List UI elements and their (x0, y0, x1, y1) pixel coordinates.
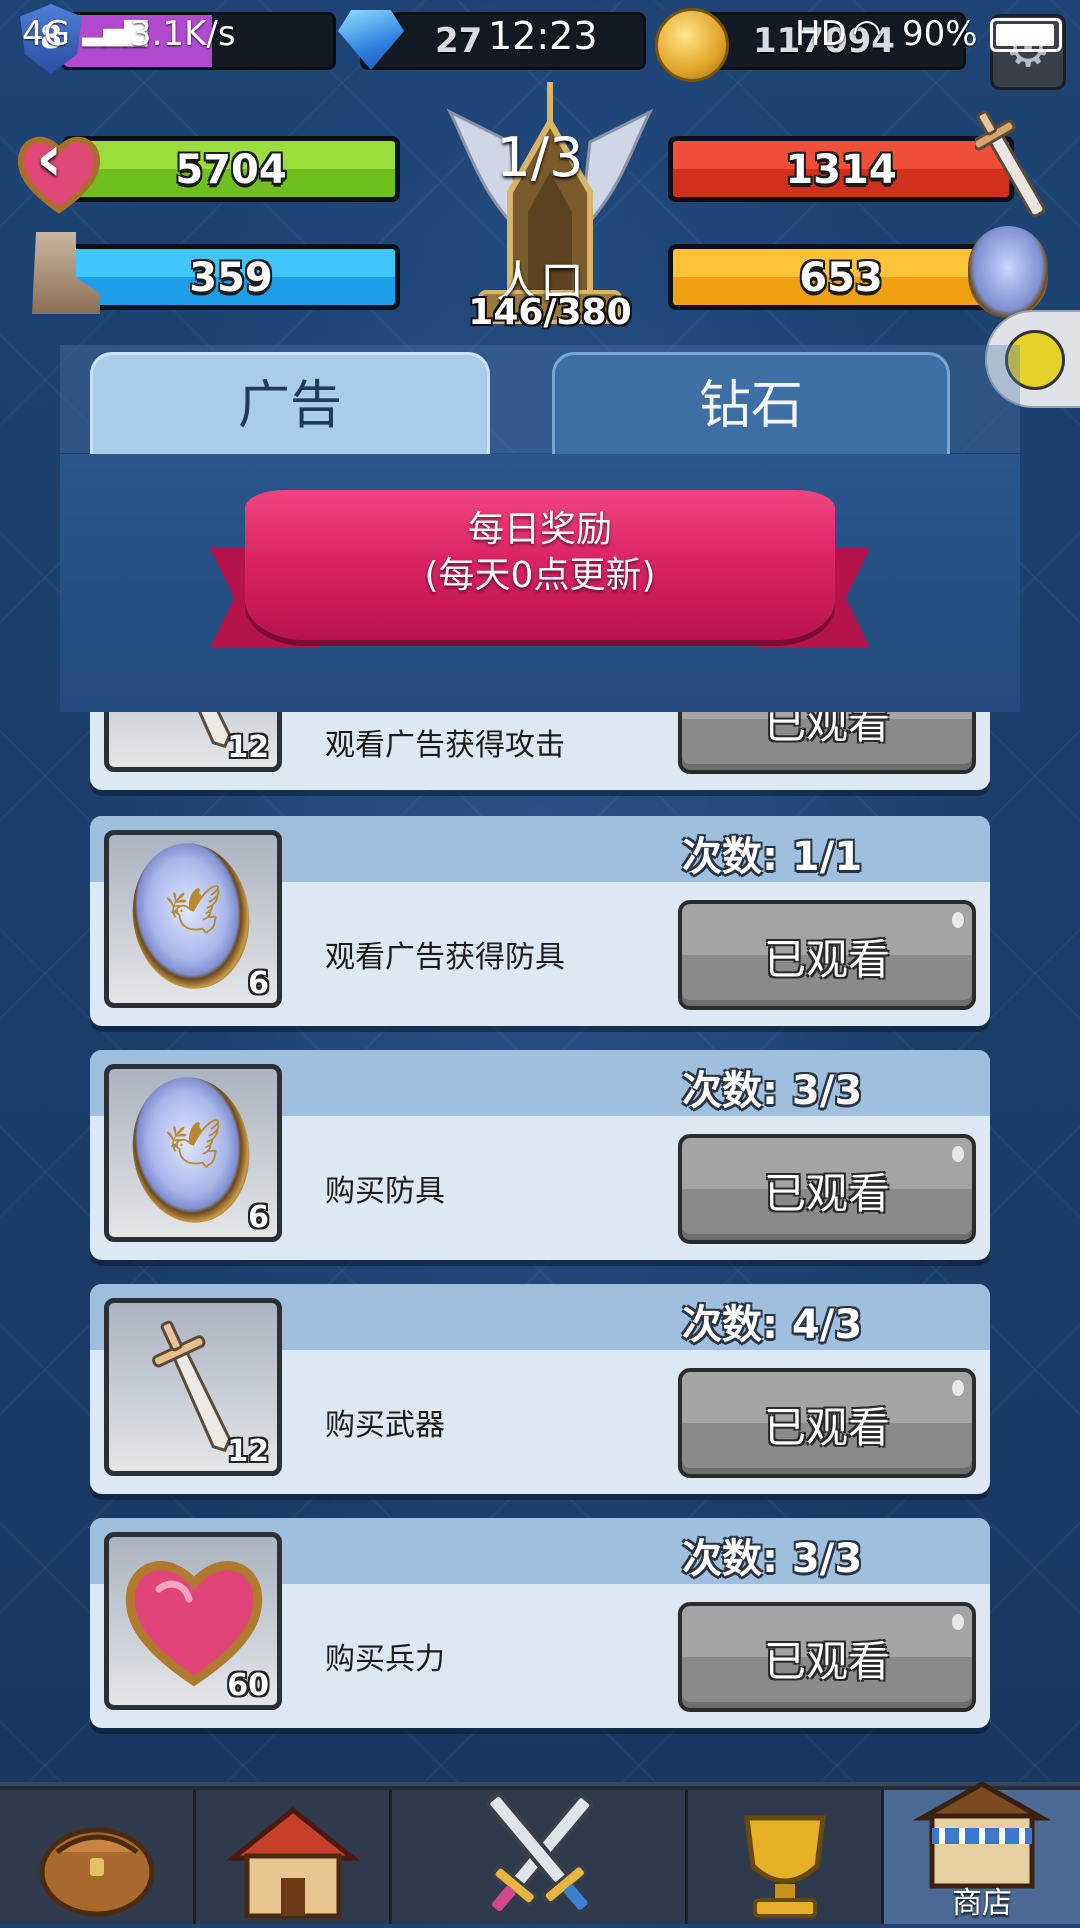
bottom-navigation: 商店 (0, 1781, 1080, 1924)
page-indicator: 1/3 (496, 126, 584, 189)
crossed-swords-icon (485, 1792, 593, 1912)
task-description: 购买兵力 (325, 1642, 445, 1677)
back-button[interactable]: ‹ (36, 122, 62, 196)
reward-quantity: 12 (227, 730, 269, 765)
task-count: 次数: 1/1 (682, 834, 863, 880)
battery-level: 90% (902, 14, 978, 54)
watched-button[interactable]: 已观看 (678, 1368, 976, 1478)
attack-bar: 1314 (668, 136, 1014, 202)
task-description: 购买防具 (325, 1174, 445, 1209)
wifi-icon: ◠ (852, 12, 882, 52)
banner-title: 每日奖励 (467, 509, 612, 550)
task-card: 次数: 4/3 12 购买武器 已观看 (90, 1284, 990, 1494)
reward-thumbnail: 60 (104, 1532, 282, 1710)
task-count: 次数: 3/3 (682, 1536, 863, 1582)
reward-quantity: 6 (248, 1200, 269, 1235)
watched-button-label: 已观看 (763, 1637, 890, 1686)
sword-icon (152, 1320, 232, 1452)
task-description: 观看广告获得防具 (325, 940, 565, 975)
top-bar: 8 4G ▂▄▆ 3.1K/s 27 12:23 117094 HD ◠ 90% (0, 0, 1080, 90)
attack-value: 1314 (785, 147, 897, 193)
shield-bar: 653 (668, 244, 1014, 310)
watched-button-label: 已观看 (763, 1403, 890, 1452)
coin-icon (655, 8, 729, 82)
task-card: 次数: 3/3 6 购买防具 已观看 (90, 1050, 990, 1260)
hd-indicator: HD (795, 14, 847, 54)
tab-ads[interactable]: 广告 (90, 352, 490, 454)
reward-thumbnail: 6 (104, 1064, 282, 1242)
nav-trophy[interactable] (688, 1790, 884, 1924)
health-value: 5704 (175, 147, 287, 193)
shield-icon (123, 835, 259, 997)
watched-button[interactable]: 已观看 (678, 1134, 976, 1244)
task-card: 次数: 1/1 6 观看广告获得防具 已观看 (90, 816, 990, 1026)
nav-shop-label: 商店 (952, 1886, 1012, 1921)
task-card: 次数: 3/3 60 购买兵力 已观看 (90, 1518, 990, 1728)
gems-value: 27 (435, 21, 483, 61)
defense-bar: 359 (62, 244, 400, 310)
bag-icon (39, 1827, 154, 1917)
watched-button[interactable]: 已观看 (678, 1602, 976, 1712)
reward-thumbnail: 12 (104, 712, 282, 772)
sword-icon (170, 712, 232, 748)
population-value: 146/380 (468, 292, 632, 333)
banner-subtitle: (每天0点更新) (424, 555, 656, 596)
watched-button-label: 已观看 (763, 1169, 890, 1218)
network-speed: 3.1K/s (130, 14, 236, 54)
nav-house[interactable] (196, 1790, 392, 1924)
shield-value: 653 (799, 255, 883, 301)
battery-icon (990, 18, 1062, 52)
defense-value: 359 (189, 255, 273, 301)
task-card: 12 观看广告获得攻击 已观看 (90, 712, 990, 790)
tab-gems[interactable]: 钻石 (552, 352, 950, 454)
trophy-icon (743, 1815, 826, 1918)
clock: 12:23 (488, 14, 598, 58)
reward-thumbnail: 12 (104, 1298, 282, 1476)
task-description: 购买武器 (325, 1408, 445, 1443)
shop-icon (912, 1781, 1052, 1889)
watched-button[interactable]: 已观看 (678, 900, 976, 1010)
watched-button-label: 已观看 (763, 935, 890, 984)
task-list[interactable]: 12 观看广告获得攻击 已观看 次数: 1/1 6 观看广告获得防具 已观看 次… (0, 712, 1080, 1782)
sword-icon (975, 110, 1045, 218)
shield-icon (968, 226, 1048, 318)
house-icon (225, 1806, 360, 1919)
reward-quantity: 12 (227, 1434, 269, 1469)
task-count: 次数: 4/3 (682, 1302, 863, 1348)
watched-button-label: 已观看 (763, 712, 890, 748)
nav-battle[interactable] (392, 1790, 688, 1924)
nav-shop[interactable]: 商店 (884, 1781, 1080, 1924)
reward-quantity: 6 (248, 966, 269, 1001)
shield-icon (123, 1069, 259, 1231)
health-bar: 5704 (62, 136, 400, 202)
reward-thumbnail: 6 (104, 830, 282, 1008)
task-count: 次数: 3/3 (682, 1068, 863, 1114)
nav-bag[interactable] (0, 1790, 196, 1924)
network-indicator: 4G (22, 14, 70, 54)
task-description: 观看广告获得攻击 (325, 728, 565, 763)
reward-quantity: 60 (227, 1668, 269, 1703)
watched-button[interactable]: 已观看 (678, 712, 976, 774)
